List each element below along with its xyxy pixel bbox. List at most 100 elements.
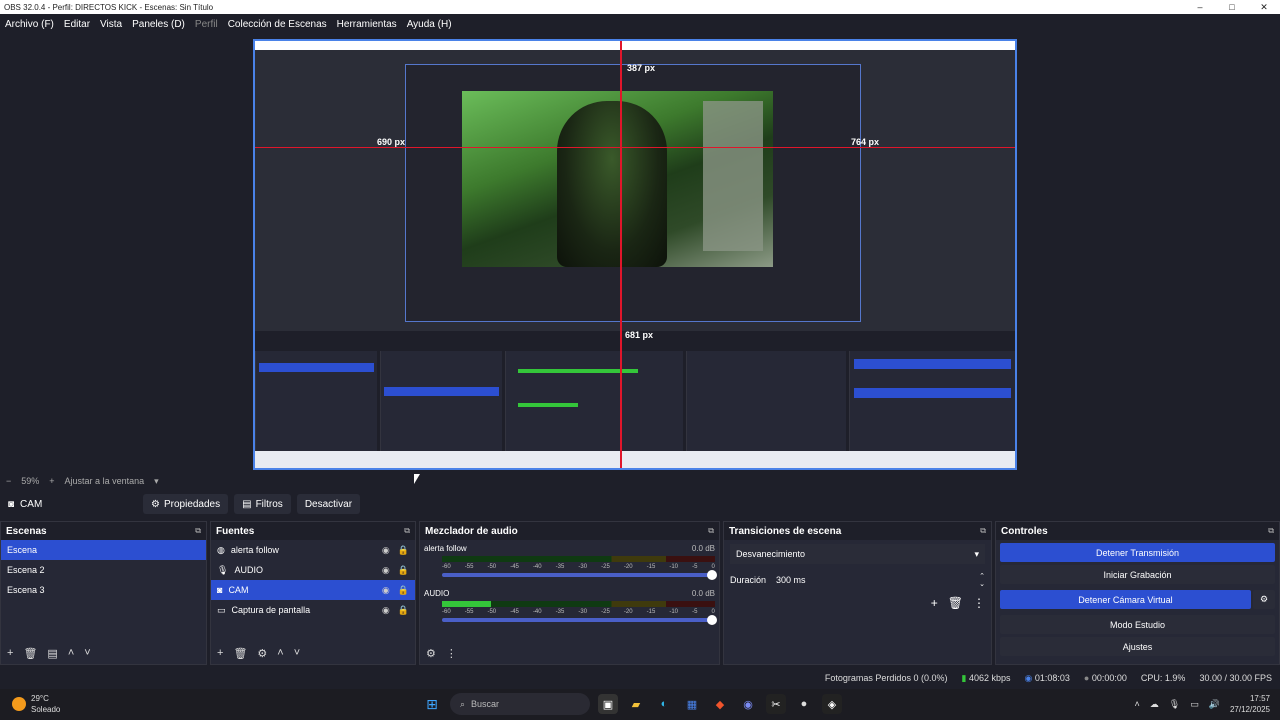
cpu-usage: CPU: 1.9%	[1140, 673, 1186, 683]
clock[interactable]: 17:57 27/12/2025	[1230, 693, 1270, 715]
menu-paneles[interactable]: Paneles (D)	[127, 19, 190, 30]
more-icon[interactable]: ⋮	[446, 647, 457, 660]
zoom-in-icon[interactable]: +	[49, 476, 54, 486]
close-button[interactable]: ✕	[1248, 0, 1280, 14]
speaker-icon[interactable]: 🔊	[1209, 699, 1220, 710]
network-icon[interactable]: ▭	[1190, 699, 1199, 710]
gear-icon[interactable]: ⚙	[257, 647, 267, 660]
preview-canvas[interactable]: 690 px 764 px 387 px 681 px	[253, 39, 1017, 470]
time: 17:57	[1249, 694, 1270, 703]
capcut-icon[interactable]: ✂	[766, 694, 786, 714]
lock-icon[interactable]: 🔒	[398, 545, 409, 556]
trash-icon[interactable]: 🗑	[948, 596, 963, 610]
more-icon[interactable]: ⋮	[973, 596, 985, 610]
task-view-icon[interactable]: ▣	[598, 694, 618, 714]
brave-icon[interactable]: ◆	[710, 694, 730, 714]
duration-input[interactable]: 300 ms	[776, 575, 969, 585]
meter-tick: -60	[442, 609, 451, 615]
arrow-down-icon[interactable]: ˅	[294, 647, 300, 659]
spinner-icon[interactable]: ⌃ ⌄	[979, 572, 985, 588]
filter-icon[interactable]: ▤	[47, 647, 57, 660]
add-icon[interactable]: +	[7, 647, 13, 659]
scene-item[interactable]: Escena 2	[1, 560, 206, 580]
edge-icon[interactable]: ◐	[654, 694, 674, 714]
eye-icon[interactable]: ◉	[382, 545, 390, 556]
popout-icon[interactable]: ⧉	[195, 526, 201, 536]
channel-db: 0.0 dB	[691, 589, 715, 598]
settings-button[interactable]: Ajustes	[1000, 637, 1275, 656]
sun-icon	[12, 697, 26, 711]
lock-icon[interactable]: 🔒	[398, 605, 409, 616]
source-item[interactable]: ◙ CAM ◉ 🔒	[211, 580, 415, 600]
minimize-button[interactable]: –	[1184, 0, 1216, 14]
menu-perfil[interactable]: Perfil	[190, 19, 223, 30]
obs-icon[interactable]: ●	[794, 694, 814, 714]
menu-editar[interactable]: Editar	[59, 19, 95, 30]
webcam-feed	[462, 91, 773, 267]
taskbar-search[interactable]: ⌕ Buscar	[450, 693, 590, 715]
add-icon[interactable]: +	[217, 647, 223, 659]
file-explorer-icon[interactable]: ▰	[626, 694, 646, 714]
lock-icon[interactable]: 🔒	[398, 585, 409, 596]
gear-icon[interactable]: ⚙	[1253, 590, 1275, 609]
lock-icon[interactable]: 🔒	[398, 565, 409, 576]
audio-mixer-dock: Mezclador de audio ⧉ alerta follow 0.0 dB …	[419, 521, 720, 665]
eye-icon[interactable]: ◉	[382, 585, 390, 596]
eye-icon[interactable]: ◉	[382, 605, 390, 616]
popout-icon[interactable]: ⧉	[404, 526, 410, 536]
volume-slider[interactable]	[442, 615, 717, 625]
popout-icon[interactable]: ⧉	[708, 526, 714, 536]
weather-status: Soleado	[31, 705, 61, 714]
scene-item[interactable]: Escena 3	[1, 580, 206, 600]
popout-icon[interactable]: ⧉	[980, 526, 986, 536]
zoom-out-icon[interactable]: −	[6, 476, 11, 486]
source-item[interactable]: ▭ Captura de pantalla ◉ 🔒	[211, 600, 415, 620]
trash-icon[interactable]: 🗑	[23, 647, 37, 660]
cloud-icon[interactable]: ☁	[1150, 699, 1159, 710]
meter-tick: -55	[464, 609, 474, 615]
deactivate-button[interactable]: Desactivar	[296, 494, 361, 514]
arrow-up-icon[interactable]: ˄	[68, 647, 74, 659]
meter-tick: -20	[623, 609, 633, 615]
menu-archivo[interactable]: Archivo (F)	[0, 19, 59, 30]
menu-vista[interactable]: Vista	[95, 19, 127, 30]
maximize-button[interactable]: □	[1216, 0, 1248, 14]
weather-widget[interactable]: 29°C Soleado	[12, 693, 60, 715]
stop-stream-button[interactable]: Detener Transmisión	[1000, 543, 1275, 562]
controls-dock: Controles ⧉ Detener Transmisión Iniciar G…	[995, 521, 1280, 665]
arrow-down-icon[interactable]: ˅	[84, 647, 90, 659]
slider-knob[interactable]	[707, 570, 717, 580]
slider-knob[interactable]	[707, 615, 717, 625]
settings-icon[interactable]: ⚙	[426, 647, 436, 660]
chevron-down-icon[interactable]: ▾	[154, 476, 159, 487]
menu-ayuda[interactable]: Ayuda (H)	[402, 19, 457, 30]
windows-start-icon[interactable]: ⊞	[422, 694, 442, 714]
trash-icon[interactable]: 🗑	[233, 647, 247, 660]
transition-select[interactable]: Desvanecimiento ▾	[730, 544, 985, 564]
chevron-up-icon[interactable]: ˄	[1135, 699, 1140, 709]
fit-to-window[interactable]: Ajustar a la ventana	[65, 476, 145, 486]
arrow-up-icon[interactable]: ˄	[277, 647, 283, 659]
gear-icon: ⚙	[151, 498, 160, 510]
discord-icon[interactable]: ◉	[738, 694, 758, 714]
add-icon[interactable]: +	[931, 596, 938, 610]
eye-icon[interactable]: ◉	[382, 565, 390, 576]
properties-button[interactable]: ⚙ Propiedades	[143, 494, 229, 514]
app-icon[interactable]: ◈	[822, 694, 842, 714]
volume-slider[interactable]	[442, 570, 717, 580]
menu-herramientas[interactable]: Herramientas	[332, 19, 402, 30]
scene-item[interactable]: Escena	[1, 540, 206, 560]
filters-button[interactable]: ▤ Filtros	[234, 494, 291, 514]
guide-label-right: 764 px	[851, 137, 880, 147]
bitrate-value: 4062 kbps	[968, 672, 1011, 683]
popout-icon[interactable]: ⧉	[1268, 526, 1274, 536]
source-item[interactable]: ◍ alerta follow ◉ 🔒	[211, 540, 415, 560]
source-item[interactable]: 🎙 AUDIO ◉ 🔒	[211, 560, 415, 580]
start-recording-button[interactable]: Iniciar Grabación	[1000, 565, 1275, 584]
microphone-icon[interactable]: 🎙	[1169, 699, 1180, 710]
zoom-bar: − 59% + Ajustar a la ventana ▾	[0, 474, 420, 488]
stop-virtual-camera-button[interactable]: Detener Cámara Virtual	[1000, 590, 1251, 609]
store-icon[interactable]: ▦	[682, 694, 702, 714]
studio-mode-button[interactable]: Modo Estudio	[1000, 615, 1275, 634]
menu-coleccion-escenas[interactable]: Colección de Escenas	[223, 19, 332, 30]
